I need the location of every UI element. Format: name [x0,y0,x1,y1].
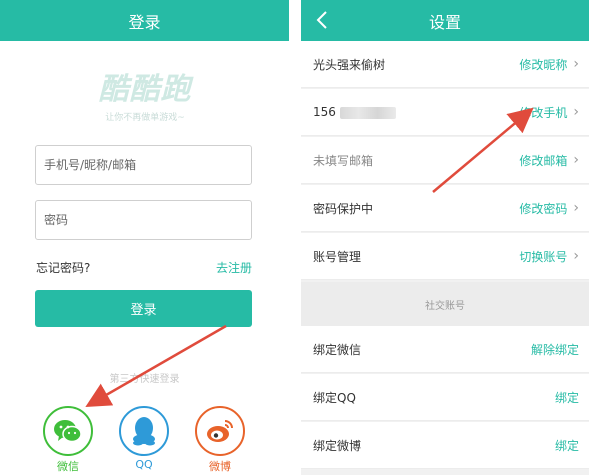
bind-qq-label: 绑定QQ [313,390,356,405]
password-status: 密码保护中 [313,201,374,216]
social-accounts-header: 社交账号 [301,282,589,326]
page-title: 登录 [128,12,161,32]
settings-screen: 设置 光头强来偷树 修改昵称 › 156 修改手机 › 未填写邮箱 修改邮箱 ›… [301,0,589,475]
login-button[interactable]: 登录 [35,290,252,327]
blurred-phone-digits [339,106,396,119]
wechat-login-button[interactable] [43,406,93,456]
account-management-label: 账号管理 [313,249,362,264]
forgot-password-link[interactable]: 忘记密码? [36,259,90,276]
bind-weibo-label: 绑定微博 [313,438,362,453]
nickname-value: 光头强来偷树 [313,57,386,72]
app-logo: 酷酷跑 让你不再做单游戏~ [80,64,210,124]
row-nickname[interactable]: 光头强来偷树 修改昵称 › [301,41,589,88]
password-input[interactable] [35,200,252,240]
page-title: 设置 [428,12,461,32]
edit-password-link[interactable]: 修改密码 › [519,200,579,217]
phone-prefix: 156 [313,105,336,119]
phone-value: 156 [313,105,396,119]
edit-nickname-link[interactable]: 修改昵称 › [519,56,579,73]
edit-nickname-label: 修改昵称 [519,57,568,72]
row-bind-qq[interactable]: 绑定QQ 绑定 [301,374,589,421]
qq-login-button[interactable] [119,406,169,456]
settings-header: 设置 [301,0,589,41]
logo-text: 酷酷跑 [98,72,192,107]
login-screen: 登录 酷酷跑 让你不再做单游戏~ 忘记密码? 去注册 登录 第三方快速登录 [0,0,289,475]
back-icon[interactable] [313,9,333,31]
bind-wechat-label: 绑定微信 [313,342,362,357]
chevron-right-icon: › [573,152,579,168]
chevron-right-icon: › [573,200,579,216]
weibo-label: 微博 [209,460,231,473]
switch-account-link[interactable]: 切换账号 › [519,248,579,265]
logo-tagline: 让你不再做单游戏~ [105,113,185,123]
panel-divider [289,0,301,475]
third-party-login-hint: 第三方快速登录 [109,374,180,385]
account-input[interactable] [35,145,252,185]
login-header: 登录 [0,0,289,41]
row-email[interactable]: 未填写邮箱 修改邮箱 › [301,137,589,184]
switch-account-label: 切换账号 [519,249,568,264]
bind-weibo-button[interactable]: 绑定 [555,437,579,454]
edit-phone-label: 修改手机 [519,105,568,120]
email-value: 未填写邮箱 [313,153,374,168]
row-password[interactable]: 密码保护中 修改密码 › [301,185,589,232]
register-link[interactable]: 去注册 [216,259,252,276]
bind-qq-button[interactable]: 绑定 [555,389,579,406]
wechat-label: 微信 [57,460,79,473]
chevron-right-icon: › [573,56,579,72]
edit-phone-link[interactable]: 修改手机 › [519,104,579,121]
wechat-icon [54,420,82,443]
row-bind-wechat[interactable]: 绑定微信 解除绑定 [301,326,589,373]
weibo-login-button[interactable] [195,406,245,456]
edit-email-label: 修改邮箱 [519,153,568,168]
edit-email-link[interactable]: 修改邮箱 › [519,152,579,169]
edit-password-label: 修改密码 [519,201,568,216]
chevron-right-icon: › [573,104,579,120]
unbind-wechat-button[interactable]: 解除绑定 [531,341,579,358]
weibo-icon [207,420,233,442]
row-bind-weibo[interactable]: 绑定微博 绑定 [301,422,589,469]
qq-label: QQ [135,458,153,471]
row-account[interactable]: 账号管理 切换账号 › [301,233,589,280]
chevron-right-icon: › [573,248,579,264]
qq-icon [133,417,155,446]
row-phone[interactable]: 156 修改手机 › [301,89,589,136]
